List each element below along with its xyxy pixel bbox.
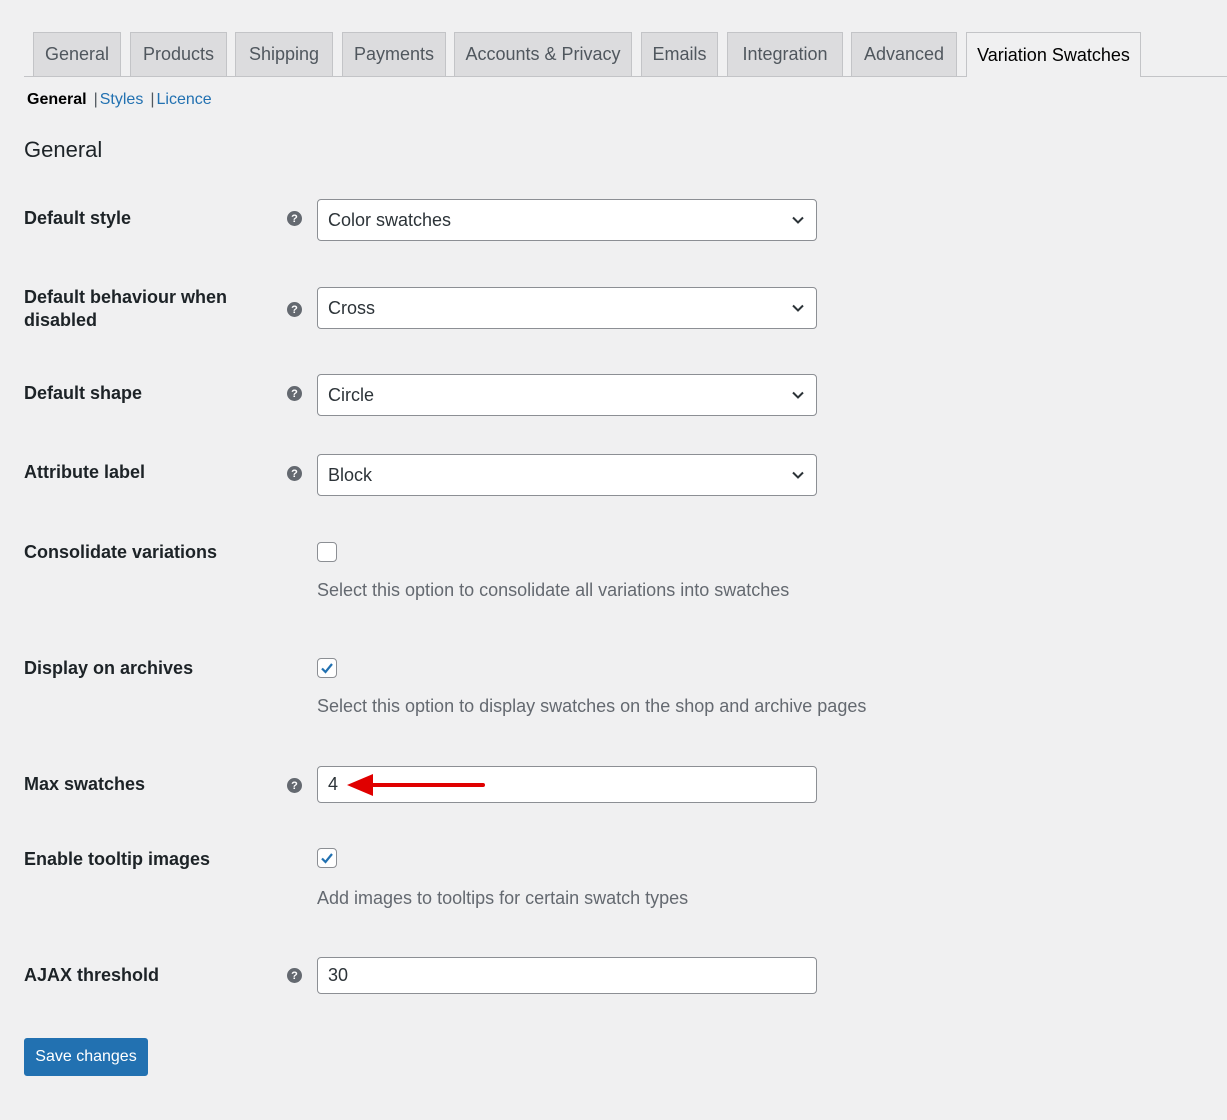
tab-shipping[interactable]: Shipping — [235, 32, 333, 76]
disabled-behaviour-label: Default behaviour when disabled — [24, 287, 228, 330]
chevron-down-icon — [792, 216, 804, 224]
default-style-label: Default style — [24, 208, 132, 228]
chevron-down-icon — [792, 304, 804, 312]
display-on-archives-checkbox[interactable] — [317, 658, 337, 678]
default-shape-select[interactable]: Circle — [317, 374, 817, 416]
subnav-general: General — [27, 91, 87, 108]
tooltip-images-label: Enable tooltip images — [24, 849, 211, 869]
ajax-threshold-input[interactable]: 30 — [317, 957, 817, 994]
tab-advanced[interactable]: Advanced — [851, 32, 957, 76]
attribute-label-label: Attribute label — [24, 462, 146, 482]
disabled-behaviour-value: Cross — [328, 297, 376, 318]
attribute-label-select[interactable]: Block — [317, 454, 817, 496]
ajax-threshold-label: AJAX threshold — [24, 965, 160, 985]
disabled-behaviour-select[interactable]: Cross — [317, 287, 817, 329]
default-style-select[interactable]: Color swatches — [317, 199, 817, 241]
tab-emails[interactable]: Emails — [641, 32, 718, 76]
default-shape-label: Default shape — [24, 383, 143, 403]
subnav-licence-link[interactable]: Licence — [156, 91, 211, 109]
tab-general[interactable]: General — [33, 32, 121, 76]
tab-variation-swatches[interactable]: Variation Swatches — [966, 32, 1141, 77]
max-swatches-label: Max swatches — [24, 774, 146, 794]
max-swatches-value: 4 — [328, 774, 339, 794]
display-on-archives-label: Display on archives — [24, 658, 194, 678]
ajax-threshold-value: 30 — [328, 965, 349, 985]
consolidate-variations-checkbox[interactable] — [317, 542, 337, 562]
save-changes-button[interactable]: Save changes — [24, 1038, 148, 1076]
tab-products[interactable]: Products — [130, 32, 227, 76]
tab-integration[interactable]: Integration — [727, 32, 843, 76]
chevron-down-icon — [792, 391, 804, 399]
section-title: General — [24, 137, 103, 162]
checkmark-icon — [321, 663, 333, 674]
default-style-value: Color swatches — [328, 209, 452, 230]
subnav-separator: | — [93, 91, 98, 108]
consolidate-variations-label: Consolidate variations — [24, 542, 218, 562]
tab-payments[interactable]: Payments — [342, 32, 446, 76]
display-on-archives-description: Select this option to display swatches o… — [317, 696, 867, 716]
attribute-label-value: Block — [328, 464, 373, 485]
checkmark-icon — [321, 853, 333, 864]
chevron-down-icon — [792, 471, 804, 479]
help-icon[interactable]: ? — [287, 386, 302, 401]
subnav-styles-link[interactable]: Styles — [100, 91, 144, 109]
help-icon[interactable]: ? — [287, 302, 302, 317]
tab-accounts-privacy[interactable]: Accounts & Privacy — [454, 32, 632, 76]
tooltip-images-checkbox[interactable] — [317, 848, 337, 868]
help-icon[interactable]: ? — [287, 778, 302, 793]
help-icon[interactable]: ? — [287, 466, 302, 481]
help-icon[interactable]: ? — [287, 968, 302, 983]
help-icon[interactable]: ? — [287, 211, 302, 226]
tooltip-images-description: Add images to tooltips for certain swatc… — [317, 888, 689, 908]
default-shape-value: Circle — [328, 384, 375, 405]
subnav-separator: | — [150, 91, 155, 108]
consolidate-variations-description: Select this option to consolidate all va… — [317, 580, 790, 600]
subsection-nav: General | Styles | Licence — [27, 91, 212, 109]
settings-tabs: General Products Shipping Payments Accou… — [24, 32, 1227, 77]
annotation-arrow-icon — [347, 774, 485, 796]
